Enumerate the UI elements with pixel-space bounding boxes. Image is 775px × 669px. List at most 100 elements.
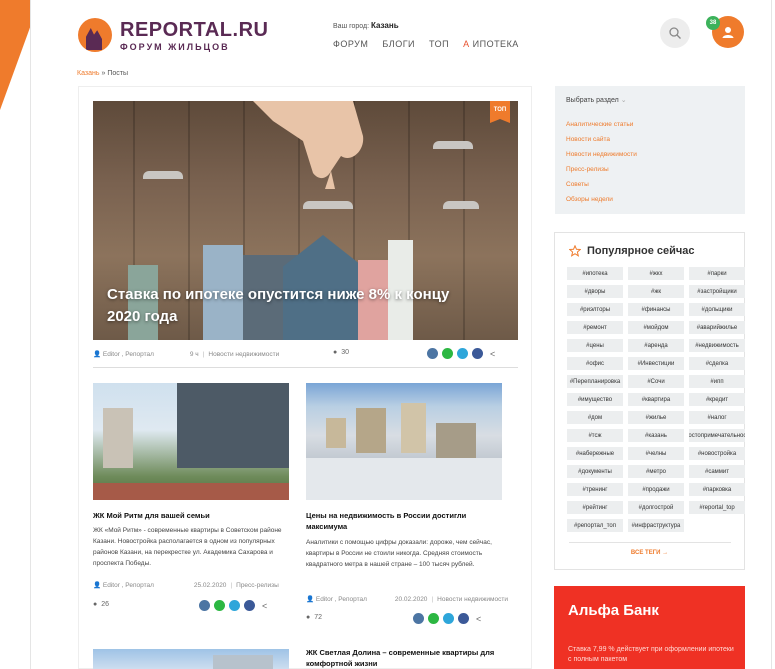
- telegram-share-icon[interactable]: [457, 348, 468, 359]
- featured-views: ● 30: [333, 349, 349, 356]
- card-category-2[interactable]: Новости недвижимости: [437, 596, 508, 603]
- tag-chip[interactable]: #жкх: [628, 267, 684, 280]
- chevron-down-icon: ⌄: [620, 97, 627, 104]
- tag-chip[interactable]: #парки: [689, 267, 745, 280]
- breadcrumb-current: Посты: [107, 70, 128, 77]
- tag-chip[interactable]: #ипотека: [567, 267, 623, 280]
- tag-chip[interactable]: #Сочи: [628, 375, 684, 388]
- card-category-1[interactable]: Пресс-релизы: [236, 582, 279, 589]
- tag-chip[interactable]: #недвижимость: [689, 339, 745, 352]
- tag-chip[interactable]: #тсж: [567, 429, 623, 442]
- notification-badge[interactable]: 38: [706, 16, 720, 30]
- card-title-2[interactable]: Цены на недвижимость в России достигли м…: [306, 510, 502, 532]
- whatsapp-share-icon[interactable]: [214, 600, 225, 611]
- tag-chip[interactable]: #метро: [628, 465, 684, 478]
- tag-chip[interactable]: #аренда: [628, 339, 684, 352]
- tag-chip[interactable]: #дом: [567, 411, 623, 424]
- tag-chip[interactable]: #финансы: [628, 303, 684, 316]
- featured-image[interactable]: ТОП Ставка по ипотеке опустится ниже 8% …: [93, 101, 518, 340]
- tag-chip[interactable]: #ипп: [689, 375, 745, 388]
- logo-title[interactable]: REPORTAL.RU: [120, 19, 268, 42]
- tag-chip[interactable]: #новостройка: [689, 447, 745, 460]
- tag-chip[interactable]: #инфраструктура: [628, 519, 684, 532]
- tag-chip[interactable]: #парковка: [689, 483, 745, 496]
- alfa-bank-ad[interactable]: Альфа Банк Ставка 7,99 % действует при о…: [554, 586, 745, 669]
- nav-mortgage[interactable]: А ИПОТЕКА: [463, 39, 519, 49]
- share-icon[interactable]: <: [262, 601, 267, 611]
- vk-share-icon[interactable]: [413, 613, 424, 624]
- card-author-2[interactable]: Editor , Репортал: [316, 596, 367, 603]
- building: [401, 403, 426, 453]
- paper-cloud: [303, 201, 353, 209]
- tag-chip[interactable]: #продажи: [628, 483, 684, 496]
- tag-chip[interactable]: #Перепланировка: [567, 375, 623, 388]
- facebook-share-icon[interactable]: [472, 348, 483, 359]
- telegram-share-icon[interactable]: [229, 600, 240, 611]
- nav-forum[interactable]: ФОРУМ: [333, 39, 368, 49]
- tag-chip[interactable]: #офис: [567, 357, 623, 370]
- whatsapp-share-icon[interactable]: [428, 613, 439, 624]
- tag-chip[interactable]: #риэлторы: [567, 303, 623, 316]
- tag-chip[interactable]: #сделка: [689, 357, 745, 370]
- tag-chip[interactable]: #набережные: [567, 447, 623, 460]
- section-selector: Выбрать раздел ⌄ Аналитические статьи Но…: [555, 86, 745, 214]
- tag-chip[interactable]: #дольщики: [689, 303, 745, 316]
- card-title-1[interactable]: ЖК Мой Ритм для вашей семьи: [93, 510, 289, 521]
- tag-chip[interactable]: #reportal_top: [689, 501, 745, 514]
- share-icon[interactable]: <: [476, 614, 481, 624]
- tag-chip[interactable]: #цены: [567, 339, 623, 352]
- card-image-1[interactable]: [93, 383, 289, 500]
- facebook-share-icon[interactable]: [244, 600, 255, 611]
- category-link[interactable]: Обзоры недели: [566, 192, 734, 207]
- tag-chip[interactable]: #квартира: [628, 393, 684, 406]
- tag-chip[interactable]: #налог: [689, 411, 745, 424]
- tag-chip[interactable]: #рейтинг: [567, 501, 623, 514]
- logo-icon[interactable]: [78, 18, 112, 52]
- city-value[interactable]: Казань: [371, 21, 399, 30]
- nav-blogs[interactable]: БЛОГИ: [382, 39, 415, 49]
- card-meta-2: 👤 Editor , Репортал 20.02.2020 | Новости…: [306, 595, 508, 604]
- nav-top[interactable]: ТОП: [429, 39, 449, 49]
- tag-chip[interactable]: #челны: [628, 447, 684, 460]
- all-tags-link[interactable]: ВСЕ ТЕГИ →: [555, 550, 744, 556]
- tag-chip[interactable]: #застройщики: [689, 285, 745, 298]
- featured-title[interactable]: Ставка по ипотеке опустится ниже 8% к ко…: [107, 284, 467, 328]
- tag-chip[interactable]: #кредит: [689, 393, 745, 406]
- facebook-share-icon[interactable]: [458, 613, 469, 624]
- tag-chip[interactable]: #ремонт: [567, 321, 623, 334]
- tag-chip[interactable]: #жилье: [628, 411, 684, 424]
- tag-chip[interactable]: #репортал_топ: [567, 519, 623, 532]
- category-link[interactable]: Новости недвижимости: [566, 147, 734, 162]
- tag-chip[interactable]: #достопримечательности: [689, 429, 745, 442]
- share-icon[interactable]: <: [490, 349, 495, 359]
- tag-chip[interactable]: #мойдом: [628, 321, 684, 334]
- category-link[interactable]: Новости сайта: [566, 132, 734, 147]
- category-link[interactable]: Советы: [566, 177, 734, 192]
- tag-chip[interactable]: #саммит: [689, 465, 745, 478]
- card-image-2[interactable]: [306, 383, 502, 500]
- category-link[interactable]: Аналитические статьи: [566, 117, 734, 132]
- whatsapp-share-icon[interactable]: [442, 348, 453, 359]
- tag-chip[interactable]: #дворы: [567, 285, 623, 298]
- tag-chip[interactable]: #казань: [628, 429, 684, 442]
- featured-category[interactable]: Новости недвижимости: [208, 351, 279, 358]
- featured-author[interactable]: Editor , Репортал: [103, 351, 154, 358]
- tag-chip[interactable]: #жк: [628, 285, 684, 298]
- tag-chip[interactable]: #Инвестиции: [628, 357, 684, 370]
- telegram-share-icon[interactable]: [443, 613, 454, 624]
- section-select-dropdown[interactable]: Выбрать раздел ⌄: [566, 96, 734, 104]
- vk-share-icon[interactable]: [199, 600, 210, 611]
- tag-chip[interactable]: #документы: [567, 465, 623, 478]
- card-image-3[interactable]: [93, 649, 289, 669]
- breadcrumb-home[interactable]: Казань: [77, 70, 100, 77]
- search-button[interactable]: [660, 18, 690, 48]
- vk-share-icon[interactable]: [427, 348, 438, 359]
- card-author-1[interactable]: Editor , Репортал: [103, 582, 154, 589]
- city-selector[interactable]: Ваш город: Казань: [333, 21, 399, 30]
- tag-chip[interactable]: #аварийжилье: [689, 321, 745, 334]
- card-title-3[interactable]: ЖК Светлая Долина – современные квартиры…: [306, 647, 506, 669]
- tag-chip[interactable]: #имущество: [567, 393, 623, 406]
- tag-chip[interactable]: #долгострой: [628, 501, 684, 514]
- category-link[interactable]: Пресс-релизы: [566, 162, 734, 177]
- tag-chip[interactable]: #тренинг: [567, 483, 623, 496]
